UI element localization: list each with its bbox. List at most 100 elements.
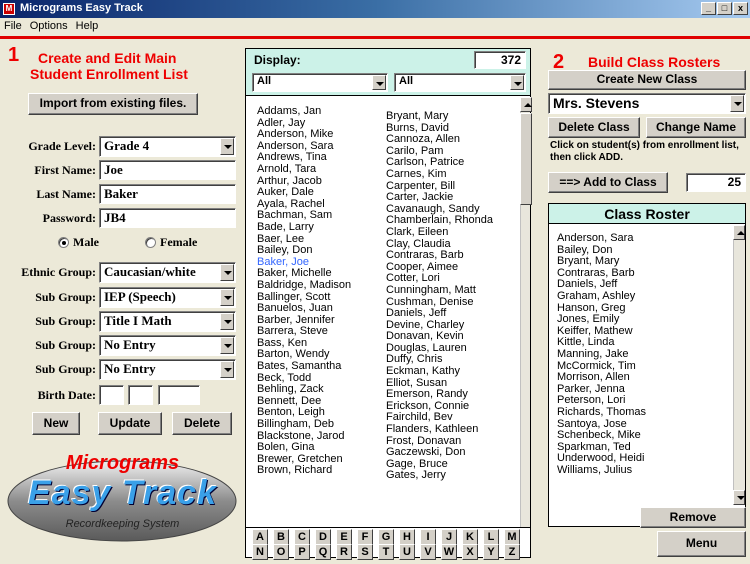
list-item[interactable]: Banuelos, Juan bbox=[257, 302, 351, 315]
alpha-button-g[interactable]: G bbox=[378, 529, 394, 545]
alpha-button-p[interactable]: P bbox=[294, 544, 310, 560]
menu-options[interactable]: Options bbox=[26, 18, 72, 32]
scroll-thumb[interactable] bbox=[520, 113, 532, 205]
alpha-button-h[interactable]: H bbox=[399, 529, 415, 545]
alpha-button-u[interactable]: U bbox=[399, 544, 415, 560]
alpha-button-o[interactable]: O bbox=[273, 544, 289, 560]
alpha-button-t[interactable]: T bbox=[378, 544, 394, 560]
minimize-button[interactable]: _ bbox=[701, 2, 716, 15]
last-name-field[interactable]: Baker bbox=[99, 184, 236, 204]
alpha-button-w[interactable]: W bbox=[441, 544, 457, 560]
list-item[interactable]: Manning, Jake bbox=[557, 348, 646, 361]
scroll-down-icon[interactable] bbox=[733, 490, 745, 505]
birth-day-field[interactable] bbox=[128, 385, 153, 405]
create-new-class-button[interactable]: Create New Class bbox=[548, 70, 746, 90]
scroll-up-icon[interactable] bbox=[733, 225, 745, 240]
list-item[interactable]: Cunningham, Matt bbox=[386, 284, 493, 297]
sub-group-select-2[interactable]: Title I Math bbox=[99, 311, 236, 332]
list-item[interactable]: Addams, Jan bbox=[257, 105, 351, 118]
alpha-button-a[interactable]: A bbox=[252, 529, 268, 545]
list-item[interactable]: Jones, Emily bbox=[557, 314, 646, 326]
chevron-down-icon[interactable] bbox=[220, 361, 234, 378]
alpha-button-l[interactable]: L bbox=[483, 529, 499, 545]
list-item[interactable]: Flanders, Kathleen bbox=[386, 423, 493, 436]
add-to-class-button[interactable]: ==> Add to Class bbox=[548, 172, 668, 193]
alpha-button-m[interactable]: M bbox=[504, 529, 520, 545]
chevron-down-icon[interactable] bbox=[220, 138, 234, 155]
menu-help[interactable]: Help bbox=[72, 18, 103, 32]
list-item[interactable]: Gates, Jerry bbox=[386, 470, 493, 482]
alpha-button-d[interactable]: D bbox=[315, 529, 331, 545]
alpha-button-x[interactable]: X bbox=[462, 544, 478, 560]
list-item[interactable]: Bryant, Mary bbox=[386, 110, 493, 123]
import-button[interactable]: Import from existing files. bbox=[28, 93, 198, 115]
alpha-button-r[interactable]: R bbox=[336, 544, 352, 560]
list-item[interactable]: Contraras, Barb bbox=[386, 250, 493, 262]
change-name-button[interactable]: Change Name bbox=[646, 117, 746, 138]
list-item[interactable]: Brown, Richard bbox=[257, 465, 351, 477]
display-filter-1[interactable]: All bbox=[252, 73, 388, 92]
list-item[interactable]: Baldridge, Madison bbox=[257, 279, 351, 292]
chevron-down-icon[interactable] bbox=[510, 75, 524, 90]
sub-group-select-1[interactable]: IEP (Speech) bbox=[99, 287, 236, 308]
alpha-button-i[interactable]: I bbox=[420, 529, 436, 545]
first-name-field[interactable]: Joe bbox=[99, 160, 236, 180]
sub-group-select-3[interactable]: No Entry bbox=[99, 335, 236, 356]
alpha-button-s[interactable]: S bbox=[357, 544, 373, 560]
list-item[interactable]: Carnes, Kim bbox=[386, 168, 493, 181]
update-button[interactable]: Update bbox=[98, 412, 162, 435]
chevron-down-icon[interactable] bbox=[220, 289, 234, 306]
scroll-up-icon[interactable] bbox=[520, 97, 532, 112]
app-icon[interactable]: M bbox=[3, 3, 15, 15]
list-item[interactable]: Bade, Larry bbox=[257, 221, 351, 234]
remove-button[interactable]: Remove bbox=[640, 507, 746, 528]
new-button[interactable]: New bbox=[32, 412, 80, 435]
female-radio[interactable] bbox=[145, 237, 156, 248]
alpha-button-q[interactable]: Q bbox=[315, 544, 331, 560]
display-filter-2[interactable]: All bbox=[394, 73, 526, 92]
list-item[interactable]: Schenbeck, Mike bbox=[557, 429, 646, 442]
list-item[interactable]: Anderson, Sara bbox=[557, 232, 646, 245]
alpha-button-k[interactable]: K bbox=[462, 529, 478, 545]
menu-button[interactable]: Menu bbox=[657, 531, 746, 557]
list-item[interactable]: Graham, Ashley bbox=[557, 290, 646, 303]
close-button[interactable]: x bbox=[733, 2, 748, 15]
password-field[interactable]: JB4 bbox=[99, 208, 236, 228]
alpha-button-b[interactable]: B bbox=[273, 529, 289, 545]
list-item[interactable]: Clark, Eileen bbox=[386, 226, 493, 239]
list-item[interactable]: Daniels, Jeff bbox=[386, 307, 493, 320]
birth-month-field[interactable] bbox=[99, 385, 124, 405]
chevron-down-icon[interactable] bbox=[220, 264, 234, 281]
list-item[interactable]: Bailey, Don bbox=[257, 245, 351, 257]
list-item[interactable]: Morrison, Allen bbox=[557, 372, 646, 384]
list-item[interactable]: Arnold, Tara bbox=[257, 163, 351, 176]
alpha-button-n[interactable]: N bbox=[252, 544, 268, 560]
chevron-down-icon[interactable] bbox=[220, 337, 234, 354]
alpha-button-y[interactable]: Y bbox=[483, 544, 499, 560]
alpha-button-e[interactable]: E bbox=[336, 529, 352, 545]
grade-level-select[interactable]: Grade 4 bbox=[99, 136, 236, 157]
list-item[interactable]: Auker, Dale bbox=[257, 187, 351, 199]
menu-file[interactable]: File bbox=[0, 18, 26, 32]
list-item[interactable]: Carter, Jackie bbox=[386, 192, 493, 204]
alpha-button-j[interactable]: J bbox=[441, 529, 457, 545]
list-item[interactable]: Billingham, Deb bbox=[257, 418, 351, 431]
alpha-button-f[interactable]: F bbox=[357, 529, 373, 545]
list-item[interactable]: Bates, Samantha bbox=[257, 360, 351, 373]
delete-class-button[interactable]: Delete Class bbox=[548, 117, 640, 138]
alpha-button-v[interactable]: V bbox=[420, 544, 436, 560]
alpha-button-c[interactable]: C bbox=[294, 529, 310, 545]
maximize-button[interactable]: □ bbox=[717, 2, 732, 15]
alpha-button-z[interactable]: Z bbox=[504, 544, 520, 560]
male-radio[interactable] bbox=[58, 237, 69, 248]
class-select[interactable]: Mrs. Stevens bbox=[548, 93, 746, 114]
roster-scrollbar[interactable] bbox=[733, 225, 745, 505]
birth-year-field[interactable] bbox=[158, 385, 200, 405]
chevron-down-icon[interactable] bbox=[372, 75, 386, 90]
ethnic-group-select[interactable]: Caucasian/white bbox=[99, 262, 236, 283]
list-item[interactable]: Richards, Thomas bbox=[557, 406, 646, 419]
list-item[interactable]: Williams, Julius bbox=[557, 464, 646, 477]
chevron-down-icon[interactable] bbox=[220, 313, 234, 330]
sub-group-select-4[interactable]: No Entry bbox=[99, 359, 236, 380]
delete-button[interactable]: Delete bbox=[172, 412, 232, 435]
